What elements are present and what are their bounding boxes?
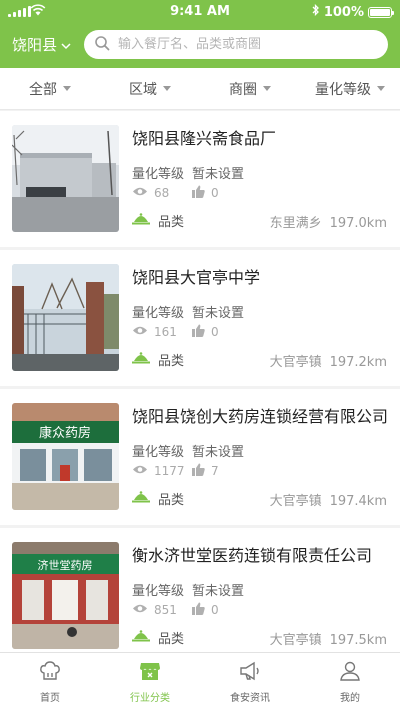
grade-value: 暂未设置	[192, 306, 245, 321]
distance: 197.2km	[329, 355, 387, 370]
school-gate-thumbnail	[12, 264, 119, 371]
filter-bar: 全部 区域 商圈 量化等级	[0, 68, 400, 110]
tab-label: 首页	[40, 693, 60, 704]
merchant-name: 饶阳县隆兴斋食品厂	[132, 129, 277, 148]
bottom-tab-bar: 首页 行业分类 食安资讯 我的	[0, 652, 400, 710]
list-item[interactable]: 饶阳县大官亭中学 量化等级 暂未设置 161 0 品类 大官亭镇 197.2km	[0, 250, 400, 386]
filter-grade[interactable]: 量化等级	[300, 68, 400, 109]
grade-value: 暂未设置	[192, 445, 245, 460]
store-sign-text: 康众药房	[39, 425, 91, 441]
food-cover-icon	[132, 629, 150, 646]
search-icon	[94, 35, 110, 55]
category-label: 品类	[158, 215, 185, 230]
view-count: 851	[154, 603, 177, 617]
grade-label: 量化等级	[132, 584, 185, 599]
tab-home[interactable]: 首页	[0, 653, 100, 710]
merchant-name: 饶阳县大官亭中学	[132, 268, 261, 287]
filter-area[interactable]: 区域	[100, 68, 200, 109]
filter-label: 区域	[129, 81, 157, 98]
distance: 197.0km	[329, 216, 387, 231]
chevron-down-icon	[61, 36, 71, 54]
tab-label: 我的	[340, 693, 360, 704]
search-input[interactable]	[118, 37, 378, 52]
filter-label: 商圈	[229, 81, 257, 98]
list-item[interactable]: 饶阳县隆兴斋食品厂 量化等级 暂未设置 68 0 品类 东里满乡 197.0km	[0, 111, 400, 247]
tab-industry-category[interactable]: 行业分类	[100, 653, 200, 710]
tab-label: 食安资讯	[230, 693, 270, 704]
food-cover-icon	[132, 490, 150, 507]
grade-value: 暂未设置	[192, 584, 245, 599]
eye-icon	[132, 603, 148, 617]
eye-icon	[132, 325, 148, 339]
filter-label: 全部	[29, 81, 57, 98]
pharmacy-storefront-thumbnail: 济世堂药房	[12, 542, 119, 649]
bluetooth-icon	[312, 3, 320, 20]
filter-label: 量化等级	[315, 81, 371, 98]
merchant-name: 衡水济世堂医药连锁有限责任公司	[132, 546, 373, 565]
filter-business-district[interactable]: 商圈	[200, 68, 300, 109]
list-item[interactable]: 康众药房 饶阳县饶创大药房连锁经营有限公司 量化等级 暂未设置 1177 7 品类…	[0, 389, 400, 525]
status-bar: 9:41 AM 100%	[0, 0, 400, 24]
town-name: 大官亭镇	[269, 633, 322, 648]
like-count: 0	[211, 325, 219, 339]
grade-label: 量化等级	[132, 445, 185, 460]
city-selector[interactable]: 饶阳县	[12, 34, 71, 55]
store-icon	[138, 659, 162, 686]
grade-label: 量化等级	[132, 167, 185, 182]
search-box[interactable]	[84, 30, 388, 59]
battery-percent: 100%	[323, 4, 364, 20]
factory-thumbnail	[12, 125, 119, 232]
user-icon	[338, 659, 362, 686]
like-count: 0	[211, 186, 219, 200]
view-count: 1177	[154, 464, 185, 478]
store-sign-text: 济世堂药房	[38, 558, 93, 572]
city-label: 饶阳县	[12, 36, 58, 54]
like-count: 0	[211, 603, 219, 617]
eye-icon	[132, 464, 148, 478]
eye-icon	[132, 186, 148, 200]
category-label: 品类	[158, 354, 185, 369]
grade-value: 暂未设置	[192, 167, 245, 182]
caret-down-icon	[377, 86, 385, 91]
town-name: 东里满乡	[269, 216, 322, 231]
caret-down-icon	[63, 86, 71, 91]
grade-label: 量化等级	[132, 306, 185, 321]
tab-food-safety-news[interactable]: 食安资讯	[200, 653, 300, 710]
header-bar: 9:41 AM 100% 饶阳县	[0, 0, 400, 68]
filter-all[interactable]: 全部	[0, 68, 100, 109]
thumbs-up-icon	[192, 324, 205, 340]
distance: 197.4km	[329, 494, 387, 509]
thumbs-up-icon	[192, 463, 205, 479]
caret-down-icon	[263, 86, 271, 91]
distance: 197.5km	[329, 633, 387, 648]
view-count: 161	[154, 325, 177, 339]
tab-label: 行业分类	[130, 693, 170, 704]
list-item[interactable]: 济世堂药房 衡水济世堂医药连锁有限责任公司 量化等级 暂未设置 851 0 品类 …	[0, 528, 400, 664]
thumbs-up-icon	[192, 185, 205, 201]
pharmacy-storefront-thumbnail: 康众药房	[12, 403, 119, 510]
chef-hat-icon	[38, 659, 62, 686]
caret-down-icon	[163, 86, 171, 91]
merchant-name: 饶阳县饶创大药房连锁经营有限公司	[132, 407, 389, 426]
category-label: 品类	[158, 632, 185, 647]
town-name: 大官亭镇	[269, 355, 322, 370]
like-count: 7	[211, 464, 219, 478]
view-count: 68	[154, 186, 170, 200]
battery-icon	[368, 6, 394, 18]
town-name: 大官亭镇	[269, 494, 322, 509]
thumbs-up-icon	[192, 602, 205, 618]
category-label: 品类	[158, 493, 185, 508]
food-cover-icon	[132, 351, 150, 368]
food-cover-icon	[132, 212, 150, 229]
megaphone-icon	[238, 659, 262, 686]
tab-profile[interactable]: 我的	[300, 653, 400, 710]
